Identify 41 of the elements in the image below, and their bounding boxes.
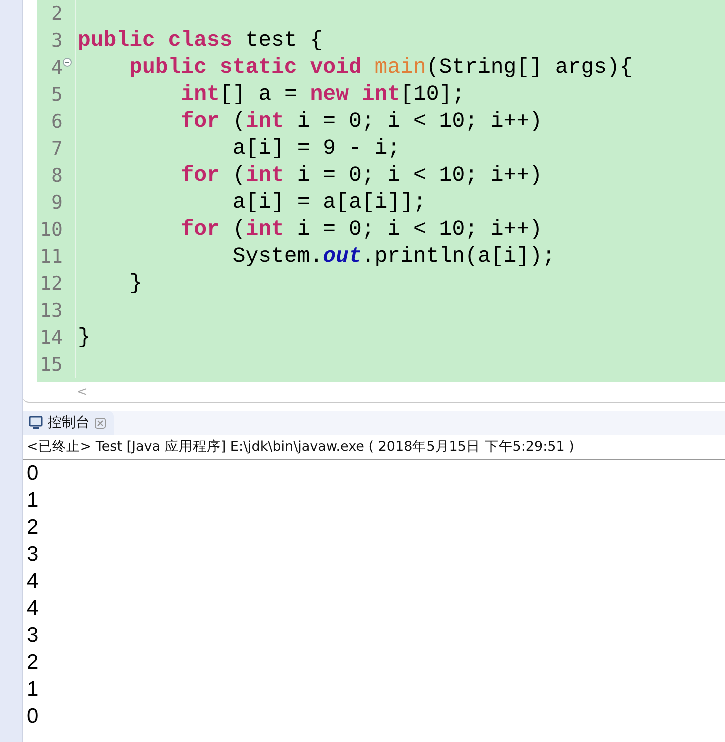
- console-output-line: 2: [26, 650, 40, 676]
- line-number: 10: [39, 218, 63, 240]
- code-line: a[i] = 9 - i;: [232, 136, 401, 160]
- monitor-icon: [29, 416, 43, 430]
- console-output-line: 2: [26, 515, 40, 541]
- console-output-line: 0: [26, 704, 40, 730]
- console-tab[interactable]: 控制台: [23, 411, 114, 435]
- line-number: 6: [50, 110, 63, 132]
- code-line: System.out.println(a[i]);: [232, 244, 556, 268]
- line-number: 2: [50, 2, 63, 24]
- console-status: <已终止> Test [Java 应用程序] E:\jdk\bin\javaw.exe ( 2018年5月15日 下午5:29:51 ): [23, 435, 725, 460]
- console-output-line: 1: [26, 488, 40, 514]
- code-line: a[i] = a[a[i]];: [232, 190, 426, 214]
- console-output-line: 3: [26, 542, 40, 568]
- line-number: 7: [50, 138, 63, 160]
- console-output-line: 4: [26, 596, 40, 622]
- line-number: 5: [50, 84, 63, 106]
- line-number: 15: [39, 354, 63, 376]
- code-line: public class test {: [78, 28, 324, 52]
- collapse-icon[interactable]: [63, 58, 72, 67]
- console-output-line: 4: [26, 569, 40, 595]
- code-line: int[] a = new int[10];: [180, 82, 466, 106]
- line-number: 4: [50, 56, 63, 78]
- line-number: 12: [39, 272, 63, 294]
- code-line: for (int i = 0; i < 10; i++): [180, 110, 543, 134]
- code-line: public static void main(String[] args){: [128, 56, 633, 80]
- line-number: 13: [39, 300, 63, 322]
- line-number: 14: [39, 326, 63, 348]
- code-line: for (int i = 0; i < 10; i++): [180, 164, 543, 188]
- console-output-line: 1: [26, 677, 40, 703]
- code-line: }: [78, 326, 91, 350]
- code-line: }: [128, 272, 143, 296]
- console-output-line: 3: [26, 623, 40, 649]
- code-editor[interactable]: [23, 0, 725, 403]
- line-number: 11: [39, 246, 63, 268]
- code-line: for (int i = 0; i < 10; i++): [180, 218, 543, 242]
- line-number: 3: [50, 30, 63, 52]
- line-number: 9: [50, 192, 63, 214]
- line-number: 8: [50, 164, 63, 186]
- close-icon[interactable]: [95, 418, 106, 428]
- console-output-line: 0: [26, 461, 40, 487]
